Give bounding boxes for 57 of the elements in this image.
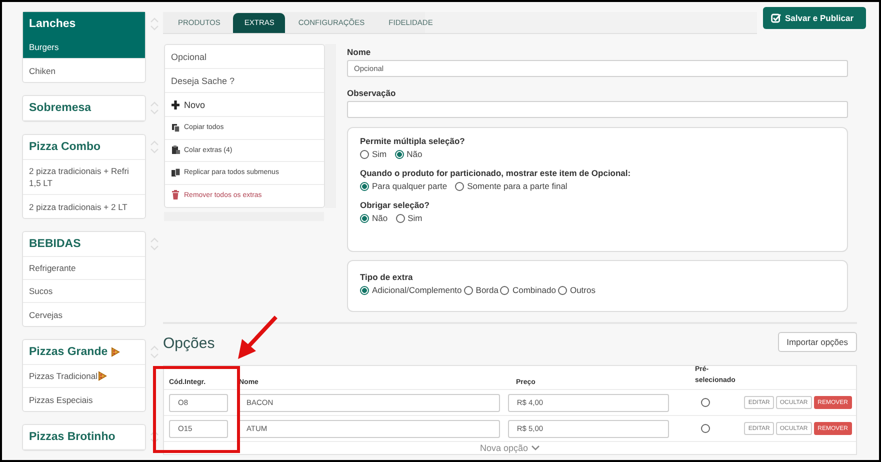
sort-handle-icon (150, 237, 159, 251)
sort-handle-icon (150, 430, 159, 444)
field-label: Nome (347, 47, 372, 57)
subcategory-item[interactable]: 2 pizza tradicionais + Refri 1,5 LT (23, 160, 145, 195)
files-icon (171, 168, 181, 178)
radio-option[interactable]: Sim (396, 213, 422, 223)
extra-list-item[interactable]: Opcional (165, 45, 324, 69)
question-label: Obrigar seleção? (360, 200, 430, 210)
clipboard-icon (171, 145, 181, 156)
sort-handle-icon (150, 140, 159, 154)
extra-list-item[interactable]: Deseja Sache ? (165, 69, 324, 93)
annotation-arrow (238, 316, 278, 359)
trash-icon (171, 190, 181, 200)
checkbox-icon (771, 13, 781, 23)
preselected-radio[interactable] (700, 424, 710, 433)
subcategory-item[interactable]: 2 pizza tradicionais + 2 LT (23, 195, 145, 218)
radio-option[interactable]: Sim (360, 149, 387, 159)
radio-option[interactable]: Não (394, 149, 422, 159)
pizza-slice-icon (98, 371, 107, 381)
sort-handle-icon (150, 101, 159, 115)
category-header[interactable]: Pizzas Brotinho (23, 425, 145, 450)
pizza-slice-icon (110, 347, 120, 357)
category-header[interactable]: BEBIDAS (23, 232, 145, 257)
question-label: Quando o produto for particionado, mostrar este item de Opcional: (360, 168, 632, 178)
subcategory-item[interactable]: Sucos (23, 280, 145, 303)
question-label: Tipo de extra (360, 272, 414, 282)
subcategory-item[interactable]: Pizzas Especiais (23, 388, 145, 411)
radio-option[interactable]: Combinado (500, 285, 556, 295)
import-options-button[interactable]: Importar opções (778, 332, 857, 352)
save-button[interactable]: Salvar e Publicar (763, 7, 866, 29)
question-label: Permite múltipla seleção? (360, 136, 466, 146)
plus-icon (171, 100, 181, 110)
subcategory-item[interactable]: Refrigerante (23, 257, 145, 280)
category-header[interactable]: Pizzas Grande (23, 340, 145, 365)
radio-option[interactable]: Adicional/Complemento (360, 285, 462, 295)
category-header[interactable]: Pizza Combo (23, 135, 145, 160)
sort-handle-icon (150, 345, 159, 359)
new-option-link[interactable]: Nova opção (164, 442, 856, 454)
sort-handle-icon (150, 17, 159, 31)
radio-option[interactable]: Não (360, 213, 388, 223)
radio-option[interactable]: Outros (558, 285, 596, 295)
preselected-radio[interactable] (700, 398, 710, 407)
subcategory-item[interactable]: Burgers (23, 36, 145, 59)
subcategory-item[interactable]: Chiken (23, 59, 145, 82)
radio-option[interactable]: Somente para a parte final (455, 181, 568, 191)
chevron-down-icon (531, 445, 540, 451)
category-header[interactable]: Sobremesa (23, 96, 145, 121)
new-extra-link[interactable]: Novo (165, 93, 324, 117)
observation-field[interactable] (347, 101, 848, 118)
subcategory-item[interactable]: Pizzas Tradicional (23, 365, 145, 388)
section-title: Opções (163, 335, 215, 352)
radio-option[interactable]: Borda (464, 285, 498, 295)
field-label: Observação (347, 88, 397, 98)
subcategory-item[interactable]: Cervejas (23, 303, 145, 326)
radio-option[interactable]: Para qualquer parte (360, 181, 448, 191)
copy-icon (171, 122, 181, 133)
category-header[interactable]: Lanches (23, 12, 145, 36)
